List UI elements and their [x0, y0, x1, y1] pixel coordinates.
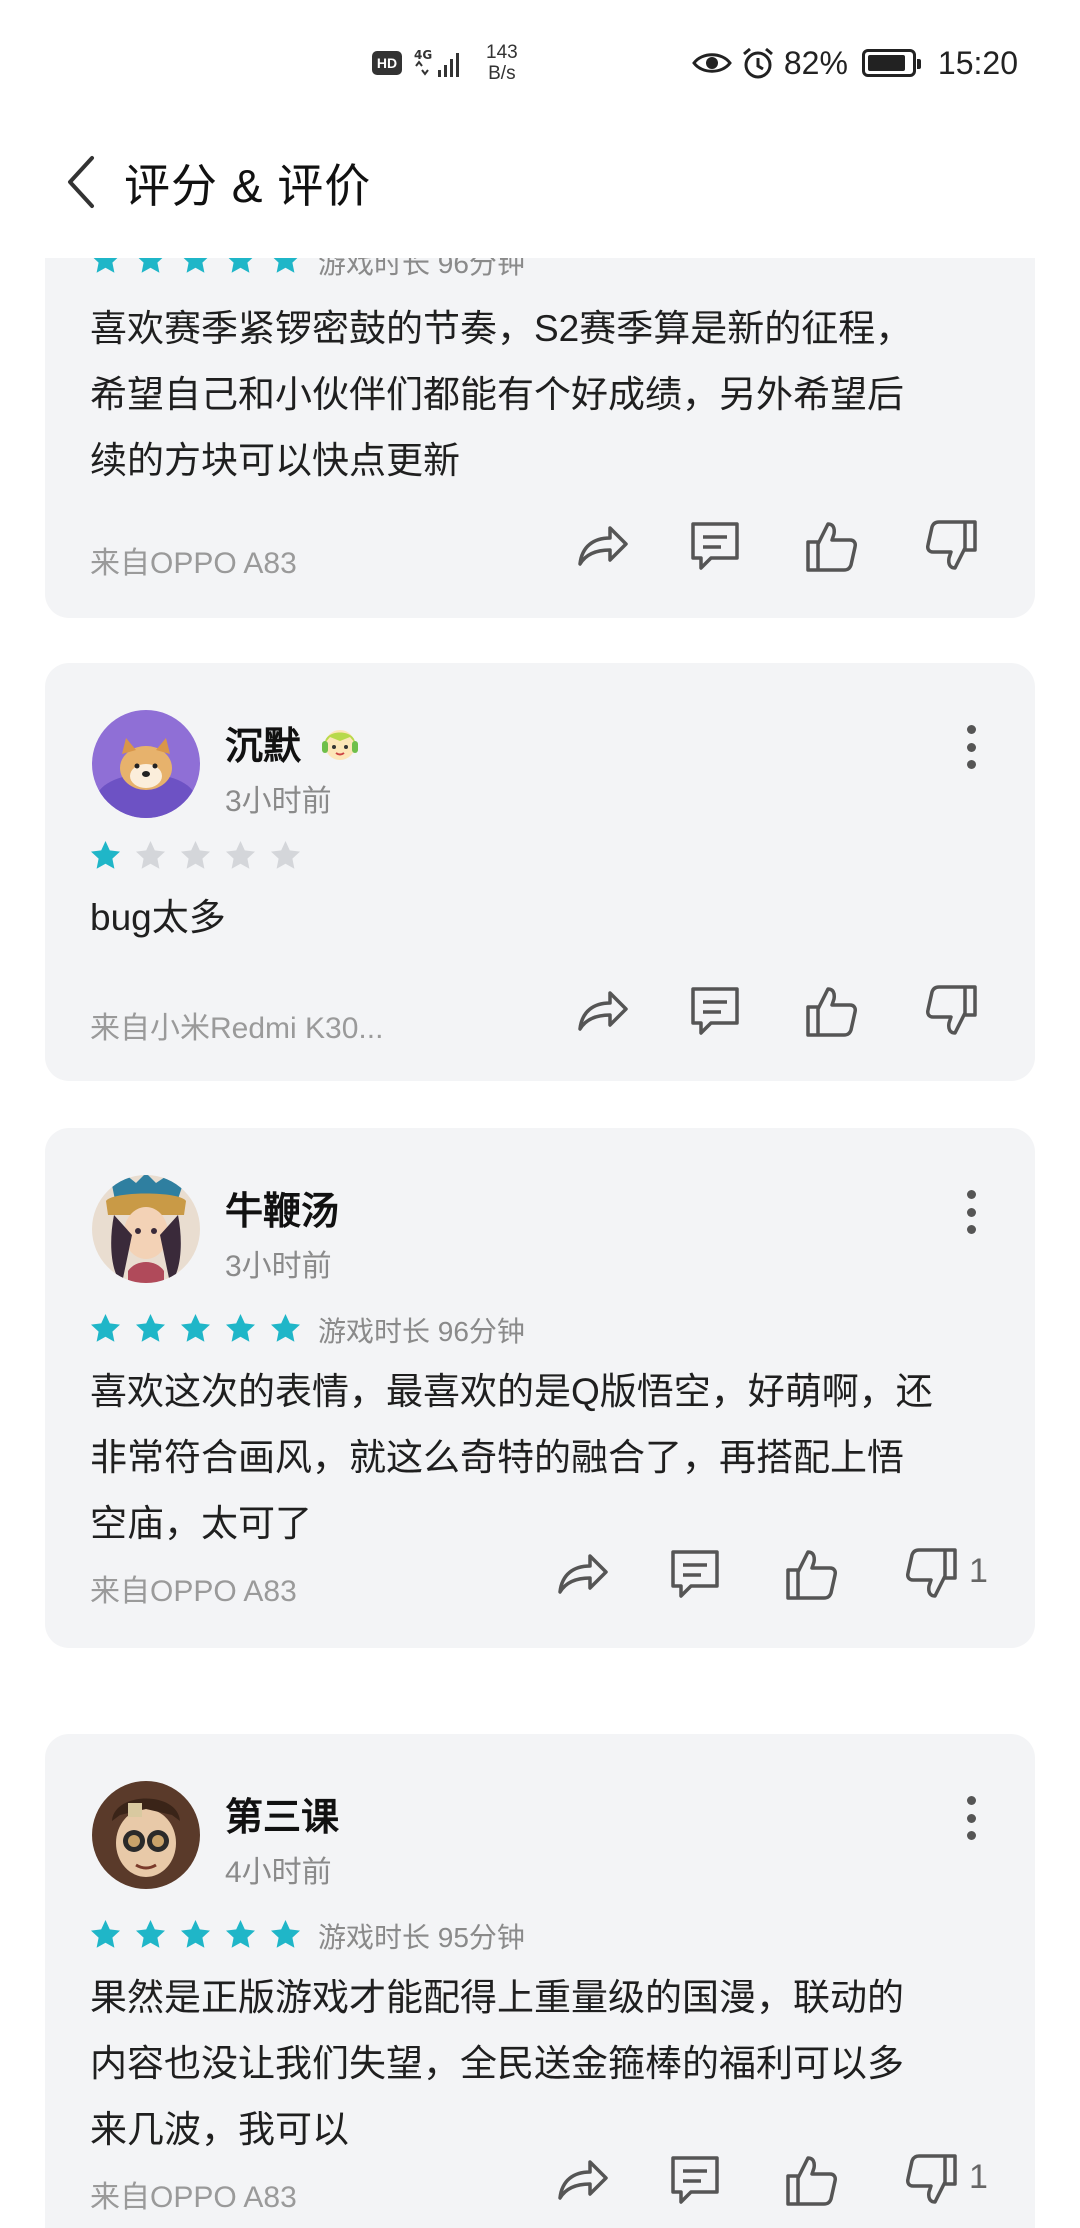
star-filled-icon — [138, 258, 163, 273]
star-empty-icon — [226, 841, 255, 869]
review-text: 喜欢赛季紧锣密鼓的节奏，S2赛季算是新的征程， 希望自己和小伙伴们都能有个好成绩… — [90, 308, 913, 481]
star-rating — [90, 840, 301, 871]
system-status: 82% 15:20 — [692, 40, 1018, 86]
device-label: 来自OPPO A83 — [90, 547, 297, 580]
alarm-icon — [742, 47, 773, 79]
signal-icon: 4G — [414, 48, 459, 77]
star-filled-icon — [273, 258, 298, 273]
clock: 15:20 — [937, 44, 1018, 81]
star-filled-icon — [228, 258, 253, 273]
star-empty-icon — [271, 841, 300, 869]
battery-icon — [861, 49, 921, 77]
comment-icon[interactable] — [685, 516, 745, 576]
page-title: 评分 & 评价 — [124, 160, 372, 212]
more-options-icon[interactable] — [965, 1190, 977, 1234]
avatar[interactable] — [92, 1175, 200, 1283]
review-list[interactable]: 游戏时长 96分钟 喜欢赛季紧锣密鼓的节奏，S2赛季算是新的征程， 希望自己和小… — [0, 258, 1080, 2228]
comment-icon[interactable] — [665, 2150, 725, 2210]
like-icon[interactable] — [780, 1544, 840, 1604]
more-options-icon[interactable] — [965, 725, 977, 769]
page-header: 评分 & 评价 — [0, 120, 1080, 260]
device-label: 来自小米Redmi K30... — [90, 1012, 384, 1045]
star-rating — [90, 258, 301, 275]
dislike-count: 1 — [969, 2158, 988, 2196]
battery-percent: 82% — [783, 44, 848, 81]
eye-icon — [692, 53, 732, 73]
avatar[interactable] — [92, 710, 200, 818]
star-filled-icon — [136, 1920, 165, 1948]
network-status: HD 4G 143 B/s — [372, 38, 518, 88]
star-filled-icon — [271, 1920, 300, 1948]
review-card: 游戏时长 96分钟 喜欢赛季紧锣密鼓的节奏，S2赛季算是新的征程， 希望自己和小… — [45, 258, 1035, 618]
star-filled-icon — [183, 258, 208, 273]
share-icon[interactable] — [552, 2150, 612, 2210]
star-filled-icon — [181, 1314, 210, 1342]
star-rating — [90, 1313, 301, 1344]
share-icon[interactable] — [572, 981, 632, 1041]
dislike-icon[interactable] — [923, 981, 983, 1041]
device-label: 来自OPPO A83 — [90, 2181, 297, 2214]
like-icon[interactable] — [800, 516, 860, 576]
play-time: 游戏时长 95分钟 — [318, 1922, 525, 1953]
hd-badge: HD — [372, 51, 402, 75]
network-speed: 143 B/s — [486, 42, 518, 84]
svg-text:4G: 4G — [414, 48, 432, 62]
post-time: 3小时前 — [225, 785, 332, 818]
comment-icon[interactable] — [685, 981, 745, 1041]
share-icon[interactable] — [552, 1544, 612, 1604]
play-time: 游戏时长 96分钟 — [318, 1316, 525, 1347]
share-icon[interactable] — [572, 516, 632, 576]
post-time: 3小时前 — [225, 1250, 332, 1283]
star-filled-icon — [93, 258, 118, 273]
star-filled-icon — [271, 1314, 300, 1342]
post-time: 4小时前 — [225, 1856, 332, 1889]
star-rating — [90, 1919, 301, 1950]
user-name[interactable]: 沉默 — [225, 715, 362, 770]
device-label: 来自OPPO A83 — [90, 1575, 297, 1608]
star-filled-icon — [91, 1920, 120, 1948]
dislike-count: 1 — [969, 1552, 988, 1590]
play-time: 游戏时长 96分钟 — [318, 258, 525, 279]
review-text: 果然是正版游戏才能配得上重量级的国漫，联动的 内容也没让我们失望，全民送金箍棒的… — [90, 1977, 904, 2150]
review-card: 沉默 3小时前 bug太多 来自小米Redmi K30... — [45, 663, 1035, 1081]
review-text: bug太多 — [90, 897, 226, 938]
star-filled-icon — [181, 1920, 210, 1948]
speed-value: 143 — [486, 42, 518, 63]
user-name[interactable]: 牛鞭汤 — [225, 1180, 339, 1235]
more-options-icon[interactable] — [965, 1796, 977, 1840]
dislike-icon[interactable] — [923, 516, 983, 576]
back-arrow-icon[interactable] — [60, 150, 104, 214]
star-filled-icon — [136, 1314, 165, 1342]
star-empty-icon — [181, 841, 210, 869]
star-filled-icon — [91, 1314, 120, 1342]
avatar[interactable] — [92, 1781, 200, 1889]
star-filled-icon — [91, 841, 120, 869]
user-badge-icon — [321, 730, 358, 760]
comment-icon[interactable] — [665, 1544, 725, 1604]
status-bar: HD 4G 143 B/s 82% 15:20 — [0, 0, 1080, 120]
review-card: 第三课 4小时前 游戏时长 95分钟 果然是正版游戏才能配得上重量级的国漫，联动… — [45, 1734, 1035, 2228]
star-empty-icon — [136, 841, 165, 869]
like-icon[interactable] — [800, 981, 860, 1041]
review-card: 牛鞭汤 3小时前 游戏时长 96分钟 喜欢这次的表情，最喜欢的是Q版悟空，好萌啊… — [45, 1128, 1035, 1648]
star-filled-icon — [226, 1920, 255, 1948]
like-icon[interactable] — [780, 2150, 840, 2210]
star-filled-icon — [226, 1314, 255, 1342]
speed-unit: B/s — [488, 63, 516, 84]
dislike-icon[interactable] — [903, 1544, 963, 1604]
review-text: 喜欢这次的表情，最喜欢的是Q版悟空，好萌啊，还 非常符合画风，就这么奇特的融合了… — [90, 1371, 933, 1544]
user-name[interactable]: 第三课 — [225, 1786, 339, 1841]
dislike-icon[interactable] — [903, 2150, 963, 2210]
